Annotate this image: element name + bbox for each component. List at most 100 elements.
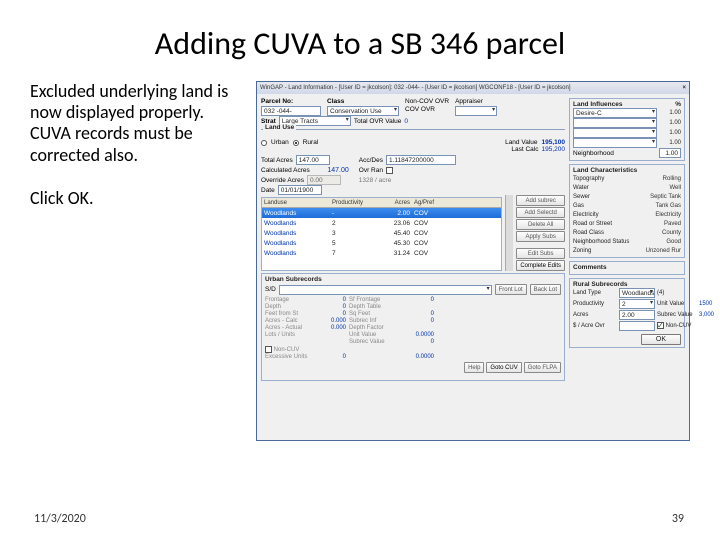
subrec-value-label: Subrec Value <box>349 339 401 345</box>
char-label: Gas <box>573 203 584 209</box>
total-acres-field[interactable]: 147.00 <box>296 155 330 165</box>
slide-date: 11/3/2020 <box>34 512 86 526</box>
date-label: Date <box>261 187 275 194</box>
window-title: WinGAP - Land Information - [User ID = j… <box>260 85 571 91</box>
class-select[interactable]: Conservation Use <box>327 106 399 116</box>
goto-cuv-button[interactable]: Goto CUV <box>486 362 521 373</box>
delete-all-button[interactable]: Delete All <box>516 219 565 230</box>
sqfeet-label: Sq Feet <box>349 311 401 317</box>
rural-subrecords-title: Rural Subrecords <box>573 281 681 288</box>
acres-field[interactable]: 2.00 <box>619 310 655 320</box>
char-value: Rolling <box>663 176 681 182</box>
influence-select-4[interactable] <box>573 138 657 148</box>
cov-ovr-label: COV OVR <box>405 106 449 113</box>
calc-acres-value: 147.00 <box>313 167 349 174</box>
productivity-label: Productivity <box>573 301 617 307</box>
date-field[interactable]: 01/01/1900 <box>278 185 322 195</box>
table-row[interactable]: Woodlands345.40COV <box>262 228 501 238</box>
char-label: Topography <box>573 176 604 182</box>
rural-radio-label: Rural <box>303 139 319 146</box>
appraiser-select[interactable] <box>455 106 497 116</box>
depth-table-label: Depth Table <box>349 304 401 310</box>
rural-noncuv-label: Non-CUV <box>666 324 692 330</box>
body-para-1: Excluded underlying land is now displaye… <box>30 81 240 166</box>
parcel-no-field[interactable]: 032 -044- <box>261 106 321 116</box>
help-button[interactable]: Help <box>464 362 484 373</box>
sacreovr-field[interactable] <box>619 321 655 331</box>
accdes-field[interactable]: 1.11847200000 <box>386 155 456 165</box>
char-label: Water <box>573 185 589 191</box>
influence-pct-3: 1.00 <box>659 130 681 136</box>
close-icon[interactable]: × <box>682 85 686 91</box>
last-calc-label: Last Calc <box>511 146 538 153</box>
ovrran-checkbox[interactable] <box>386 167 393 174</box>
char-label: Road or Street <box>573 221 612 227</box>
depth-label: Depth <box>265 304 313 310</box>
urban-radio[interactable] <box>261 140 267 146</box>
ok-button[interactable]: OK <box>641 334 681 345</box>
char-label: Electricity <box>573 212 599 218</box>
table-row[interactable]: Woodlands731.24COV <box>262 248 501 258</box>
calc-acres-label: Calculated Acres <box>261 167 310 174</box>
table-row[interactable]: Woodlands223.06COV <box>262 218 501 228</box>
add-subrec-button[interactable]: Add subrec <box>516 195 565 206</box>
accdes-label: Acc/Des <box>359 157 383 164</box>
char-label: Zoning <box>573 248 591 254</box>
table-row[interactable]: Woodlands-2.00COV <box>262 208 501 218</box>
landtype-select[interactable]: Woodlands <box>619 288 655 298</box>
depth-factor-label: Depth Factor <box>349 325 401 331</box>
sacreovr-label: $ / Acre Ovr <box>573 323 617 329</box>
rural-radio[interactable] <box>293 140 299 146</box>
back-lot-button[interactable]: Back Lot <box>530 284 561 295</box>
window-titlebar: WinGAP - Land Information - [User ID = j… <box>257 82 689 94</box>
influence-pct-2: 1.00 <box>659 120 681 126</box>
neighborhood-field[interactable]: 1.00 <box>659 148 681 158</box>
depth-value: 0 <box>316 304 346 310</box>
complete-edits-button[interactable]: Complete Edits <box>516 260 565 271</box>
apply-subs-button[interactable]: Apply Subs <box>516 231 565 242</box>
slide-page-number: 39 <box>672 512 684 526</box>
feet-from-st-label: Feet from St <box>265 311 313 317</box>
influence-select-3[interactable] <box>573 128 657 138</box>
influence-select-2[interactable] <box>573 118 657 128</box>
char-value: Paved <box>664 221 681 227</box>
excessive-units-label: Excessive Units <box>265 354 313 360</box>
rsubrecval-label: Subrec Value <box>657 312 697 318</box>
lots-units-label: Lots / Units <box>265 332 313 338</box>
rural-noncuv-checkbox[interactable] <box>657 322 664 329</box>
pct-label: % <box>675 101 681 108</box>
acres-label: Acres <box>573 312 617 318</box>
subrec-value: 0 <box>404 339 434 345</box>
edit-subs-button[interactable]: Edit Subs <box>516 248 565 259</box>
body-para-2: Click OK. <box>30 188 240 209</box>
front-lot-button[interactable]: Front Lot <box>495 284 527 295</box>
noncuv-label: Non-CUV <box>274 347 300 353</box>
add-selected-button[interactable]: Add Selectd <box>516 207 565 218</box>
productivity-select[interactable]: 2 <box>619 299 655 309</box>
total-ovr-value: 0 <box>404 118 408 125</box>
unitvalue-label: Unit Value <box>657 301 697 307</box>
influence-select-1[interactable]: Desire-C <box>573 108 657 118</box>
class-label: Class <box>327 98 399 105</box>
sd-label: S/D <box>265 286 276 293</box>
sf-frontage-label: Sf Frontage <box>349 297 401 303</box>
goto-flpa-button[interactable]: Goto FLPA <box>524 362 561 373</box>
sf-frontage-value: 0 <box>404 297 434 303</box>
acres-calc-label: Acres - Calc <box>265 318 313 324</box>
scrollbar[interactable] <box>505 195 513 271</box>
last-calc-value: 195,200 <box>542 146 566 153</box>
override-acres-label: Override Acres <box>261 177 304 184</box>
parcel-no-label: Parcel No: <box>261 98 321 105</box>
noncuv-checkbox[interactable] <box>265 346 272 353</box>
acres-calc-value: 0.000 <box>316 318 346 324</box>
ovrran-label: Ovr Ran <box>359 167 383 174</box>
land-value: 195,100 <box>542 139 566 146</box>
override-acres-field[interactable]: 0.00 <box>307 175 341 185</box>
table-row[interactable]: Woodlands545.30COV <box>262 238 501 248</box>
acres-actual-label: Acres - Actual <box>265 325 313 331</box>
char-label: Road Class <box>573 230 604 236</box>
char-label: Neighborhood Status <box>573 239 629 245</box>
sd-select[interactable] <box>279 285 492 295</box>
noncov-ovr-label: Non-COV OVR <box>405 98 449 105</box>
land-influences-title: Land Influences <box>573 101 622 108</box>
